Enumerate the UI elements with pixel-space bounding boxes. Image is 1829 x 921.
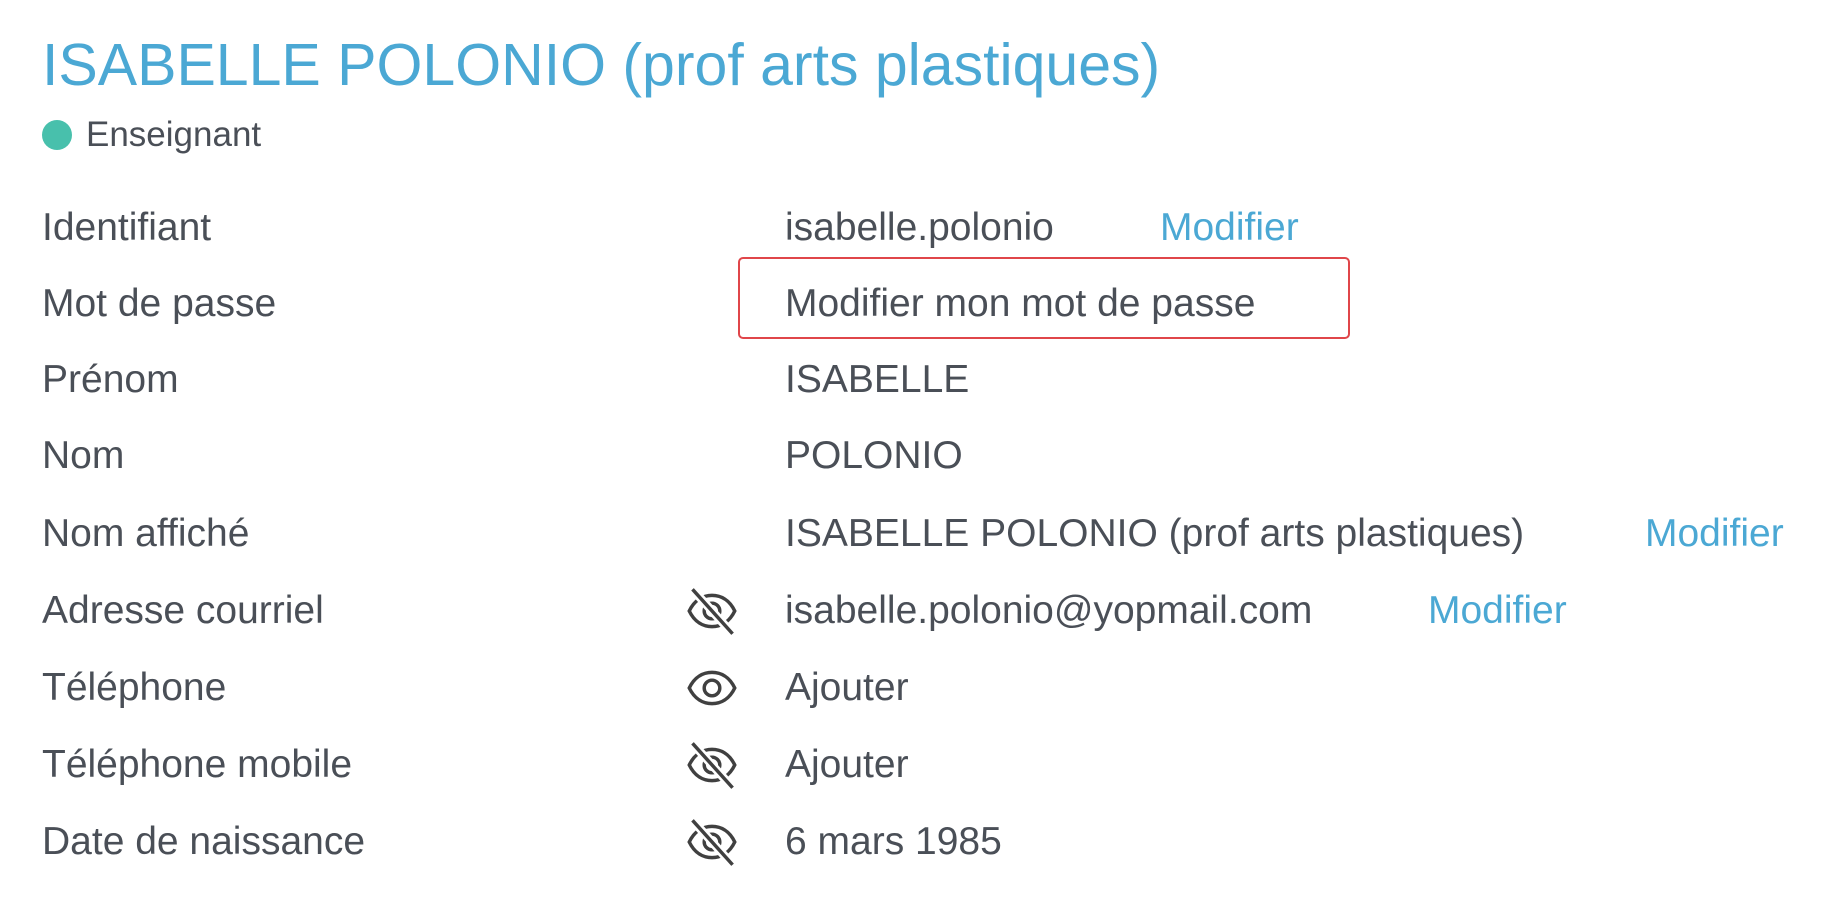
field-label: Date de naissance <box>42 820 366 863</box>
field-value: POLONIO <box>785 434 963 477</box>
field-label: Téléphone mobile <box>42 743 353 786</box>
field-label: Mot de passe <box>42 282 277 325</box>
eye-off-icon[interactable] <box>684 816 740 868</box>
field-label: Nom <box>42 434 125 477</box>
field-row-adresse-courriel: Adresse courriel isabelle.polonio@yopmai… <box>0 581 1829 641</box>
field-label: Prénom <box>42 358 179 401</box>
status-badge: Enseignant <box>42 115 261 155</box>
highlight-box <box>738 257 1350 339</box>
field-value: 6 mars 1985 <box>785 820 1002 863</box>
eye-icon[interactable] <box>684 662 740 714</box>
field-label: Nom affiché <box>42 512 250 555</box>
field-row-nom: Nom POLONIO <box>0 426 1829 486</box>
add-phone-link[interactable]: Ajouter <box>785 658 909 718</box>
modify-username-link[interactable]: Modifier <box>1160 198 1299 258</box>
profile-page: ISABELLE POLONIO (prof arts plastiques) … <box>0 0 1829 921</box>
eye-off-icon[interactable] <box>684 585 740 637</box>
field-label: Identifiant <box>42 206 212 249</box>
modify-email-link[interactable]: Modifier <box>1428 581 1567 641</box>
field-row-telephone: Téléphone Ajouter <box>0 658 1829 718</box>
eye-off-icon[interactable] <box>684 739 740 791</box>
field-row-identifiant: Identifiant isabelle.polonio Modifier <box>0 198 1829 258</box>
field-row-prenom: Prénom ISABELLE <box>0 350 1829 410</box>
field-row-date-de-naissance: Date de naissance 6 mars 1985 <box>0 812 1829 872</box>
modify-display-name-link[interactable]: Modifier <box>1645 504 1784 564</box>
page-title: ISABELLE POLONIO (prof arts plastiques) <box>42 32 1161 98</box>
status-label: Enseignant <box>86 115 262 154</box>
field-row-nom-affiche: Nom affiché ISABELLE POLONIO (prof arts … <box>0 504 1829 564</box>
field-value: isabelle.polonio@yopmail.com <box>785 589 1313 632</box>
add-mobile-phone-link[interactable]: Ajouter <box>785 735 909 795</box>
field-label: Adresse courriel <box>42 589 324 632</box>
field-row-telephone-mobile: Téléphone mobile Ajouter <box>0 735 1829 795</box>
field-value: ISABELLE <box>785 358 970 401</box>
field-label: Téléphone <box>42 666 227 709</box>
status-dot-icon <box>42 120 72 150</box>
field-value: ISABELLE POLONIO (prof arts plastiques) <box>785 512 1525 555</box>
field-value: isabelle.polonio <box>785 206 1054 249</box>
